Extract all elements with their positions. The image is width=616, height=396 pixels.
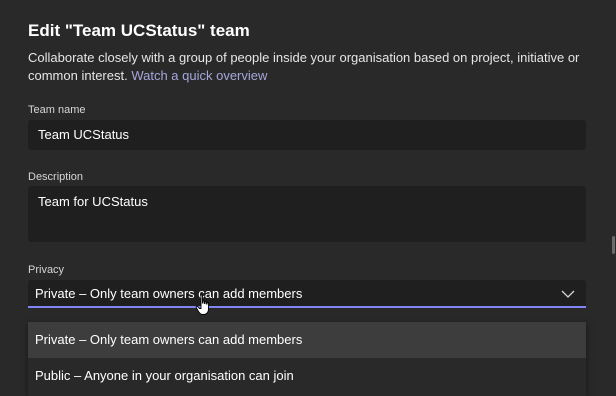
scrollbar-thumb[interactable] [612, 236, 615, 254]
dialog-title: Edit "Team UCStatus" team [28, 21, 250, 40]
hand-pointer-cursor-icon [195, 294, 209, 315]
watch-overview-link[interactable]: Watch a quick overview [131, 68, 267, 83]
privacy-option-private[interactable]: Private – Only team owners can add membe… [28, 322, 586, 358]
team-name-input[interactable] [28, 120, 586, 150]
privacy-label: Privacy [28, 264, 65, 276]
team-name-label: Team name [28, 104, 86, 116]
subtitle-text: Collaborate closely with a group of peop… [28, 50, 580, 83]
description-input[interactable]: Team for UCStatus [28, 186, 586, 242]
chevron-down-icon[interactable] [560, 286, 576, 302]
privacy-dropdown-list: Private – Only team owners can add membe… [28, 322, 586, 396]
privacy-select-value: Private – Only team owners can add membe… [35, 286, 303, 301]
dialog-subtitle: Collaborate closely with a group of peop… [28, 49, 588, 85]
privacy-option-public[interactable]: Public – Anyone in your organisation can… [28, 358, 586, 394]
description-label: Description [28, 171, 84, 183]
option-label: Public – Anyone in your organisation can… [35, 368, 294, 383]
edit-team-dialog: Edit "Team UCStatus" team Collaborate cl… [0, 0, 616, 396]
privacy-select[interactable]: Private – Only team owners can add membe… [28, 280, 586, 308]
option-label: Private – Only team owners can add membe… [35, 332, 303, 347]
